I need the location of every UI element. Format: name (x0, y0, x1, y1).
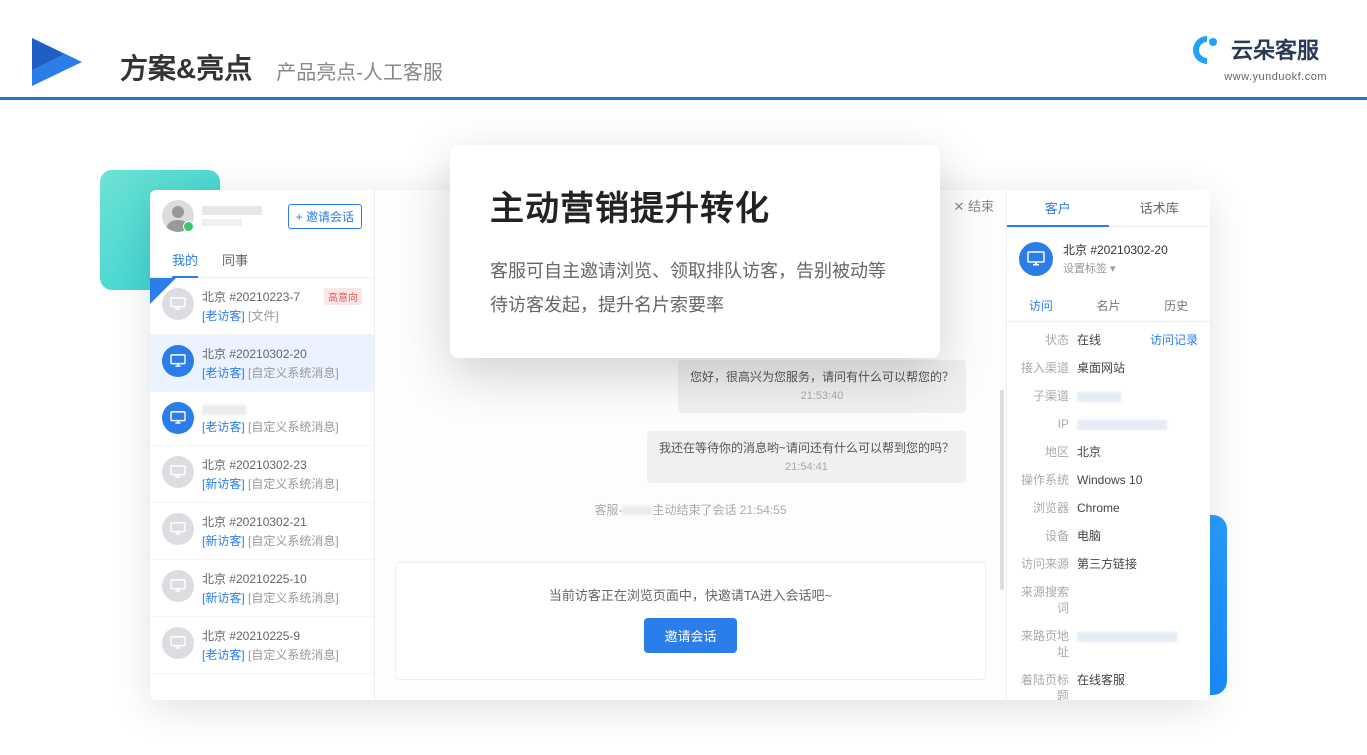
conversation-preview: [老访客] [文件] (202, 307, 362, 324)
sidebar-header: + 邀请会话 (150, 190, 374, 242)
feature-callout-card: 主动营销提升转化 客服可自主邀请浏览、领取排队访客，告别被动等待访客发起，提升名… (450, 145, 940, 358)
monitor-icon (162, 456, 194, 488)
prop-value: Windows 10 (1077, 472, 1198, 488)
conversation-preview: [老访客] [自定义系统消息] (202, 364, 362, 381)
end-session-button[interactable]: 结束 (953, 196, 994, 215)
svg-text:云朵客服: 云朵客服 (1231, 38, 1320, 63)
sidebar: + 邀请会话 我的 同事 北京 #20210223-7[老访客] [文件]高意向… (150, 190, 375, 700)
info-tab-customer[interactable]: 客户 (1007, 190, 1109, 227)
prop-key: 访问来源 (1019, 556, 1077, 572)
invite-to-chat-button[interactable]: 邀请会话 (644, 618, 736, 653)
scrollbar[interactable] (1000, 390, 1004, 552)
conversation-item[interactable]: 北京 #20210225-10 [新访客] [自定义系统消息] (150, 560, 374, 617)
prop-key: 设备 (1019, 528, 1077, 544)
conversation-list[interactable]: 北京 #20210223-7[老访客] [文件]高意向北京 #20210302-… (150, 278, 374, 700)
page-title: 方案&亮点 (120, 47, 252, 97)
invite-session-button[interactable]: + 邀请会话 (288, 204, 362, 229)
conversation-preview: [新访客] [自定义系统消息] (202, 589, 362, 606)
brand-url: www.yunduokf.com (1187, 71, 1327, 83)
prop-key: 浏览器 (1019, 500, 1077, 516)
prop-value: 第三方链接 (1077, 556, 1198, 572)
prop-key: 来源搜索词 (1019, 584, 1077, 616)
prop-key: 操作系统 (1019, 472, 1077, 488)
system-message: 客服-主动结束了会话 21:54:55 (415, 501, 966, 518)
prop-value: 桌面网站 (1077, 360, 1198, 376)
message-bubble: 我还在等待你的消息哟~请问还有什么可以帮到您的吗？21:54:41 (647, 431, 966, 484)
conversation-item[interactable]: 北京 #20210302-20 [老访客] [自定义系统消息] (150, 335, 374, 392)
prop-key: IP (1019, 416, 1077, 432)
message-row: 您好，很高兴为您服务，请问有什么可以帮您的？21:53:40 (415, 360, 966, 413)
prop-value: 北京 (1077, 444, 1198, 460)
prop-value: 在线 (1077, 332, 1150, 348)
callout-text: 客服可自主邀请浏览、领取排队访客，告别被动等待访客发起，提升名片索要率 (490, 254, 900, 322)
brand-logo: 云朵客服 www.yunduokf.com (1187, 30, 1327, 83)
info-tab-scripts[interactable]: 话术库 (1109, 190, 1211, 226)
tab-colleagues[interactable]: 同事 (210, 242, 260, 277)
prop-value: 电脑 (1077, 528, 1198, 544)
conversation-preview: [新访客] [自定义系统消息] (202, 475, 362, 492)
prop-value (1077, 416, 1198, 432)
visitor-header: 北京 #20210302-20 设置标签 (1007, 227, 1210, 290)
intent-badge: 高意向 (324, 288, 362, 305)
monitor-icon (1019, 242, 1053, 276)
chat-footer: 当前访客正在浏览页面中，快邀请TA进入会话吧~ 邀请会话 (395, 562, 986, 680)
message-bubble: 您好，很高兴为您服务，请问有什么可以帮您的？21:53:40 (678, 360, 966, 413)
footer-prompt: 当前访客正在浏览页面中，快邀请TA进入会话吧~ (416, 585, 965, 604)
monitor-icon (162, 345, 194, 377)
message-time: 21:54:41 (659, 459, 954, 476)
prop-value (1077, 628, 1198, 660)
agent-name (202, 206, 288, 226)
conversation-title: 北京 #20210225-9 (202, 627, 362, 644)
monitor-icon (162, 402, 194, 434)
message-row: 我还在等待你的消息哟~请问还有什么可以帮到您的吗？21:54:41 (415, 431, 966, 484)
conversation-title: 北京 #20210302-23 (202, 456, 362, 473)
monitor-icon (162, 288, 194, 320)
prop-value (1077, 388, 1198, 404)
conversation-preview: [老访客] [自定义系统消息] (202, 646, 362, 663)
agent-avatar[interactable] (162, 200, 194, 232)
conversation-title (202, 402, 362, 416)
conversation-item[interactable]: 北京 #20210302-21 [新访客] [自定义系统消息] (150, 503, 374, 560)
set-tag-dropdown[interactable]: 设置标签 (1063, 260, 1168, 276)
monitor-icon (162, 513, 194, 545)
prop-key: 接入渠道 (1019, 360, 1077, 376)
visitor-sub-tabs: 访问 名片 历史 (1007, 290, 1210, 322)
conversation-item[interactable]: 北京 #20210302-23 [新访客] [自定义系统消息] (150, 446, 374, 503)
prop-key: 地区 (1019, 444, 1077, 460)
conversation-preview: [老访客] [自定义系统消息] (202, 418, 362, 435)
conversation-title: 北京 #20210302-21 (202, 513, 362, 530)
sidebar-tabs: 我的 同事 (150, 242, 374, 278)
visit-log-link[interactable]: 访问记录 (1150, 332, 1198, 348)
conversation-title: 北京 #20210225-10 (202, 570, 362, 587)
callout-title: 主动营销提升转化 (490, 181, 900, 230)
prop-value (1077, 584, 1198, 616)
subtab-visit[interactable]: 访问 (1007, 290, 1075, 321)
visitor-properties: 状态在线访问记录 接入渠道桌面网站 子渠道 IP 地区北京 操作系统Window… (1007, 322, 1210, 700)
visitor-id: 北京 #20210302-20 (1063, 241, 1168, 258)
prop-key: 状态 (1019, 332, 1077, 348)
prop-value: 在线客服 (1077, 672, 1198, 700)
prop-key: 子渠道 (1019, 388, 1077, 404)
monitor-icon (162, 570, 194, 602)
conversation-title: 北京 #20210302-20 (202, 345, 362, 362)
subtab-history[interactable]: 历史 (1142, 290, 1210, 321)
conversation-item[interactable]: 北京 #20210225-9 [老访客] [自定义系统消息] (150, 617, 374, 674)
info-panel-tabs: 客户 话术库 (1007, 190, 1210, 227)
monitor-icon (162, 627, 194, 659)
conversation-item[interactable]: [老访客] [自定义系统消息] (150, 392, 374, 446)
tab-mine[interactable]: 我的 (160, 242, 210, 277)
prop-value: Chrome (1077, 500, 1198, 516)
message-time: 21:53:40 (690, 388, 954, 405)
page-subtitle: 产品亮点-人工客服 (276, 56, 443, 97)
info-panel: 客户 话术库 北京 #20210302-20 设置标签 访问 名片 历史 状态在… (1006, 190, 1210, 700)
subtab-card[interactable]: 名片 (1075, 290, 1143, 321)
page-header: 方案&亮点 产品亮点-人工客服 (0, 50, 1367, 100)
conversation-item[interactable]: 北京 #20210223-7[老访客] [文件]高意向 (150, 278, 374, 335)
prop-key: 着陆页标题 (1019, 672, 1077, 700)
prop-key: 来路页地址 (1019, 628, 1077, 660)
conversation-preview: [新访客] [自定义系统消息] (202, 532, 362, 549)
